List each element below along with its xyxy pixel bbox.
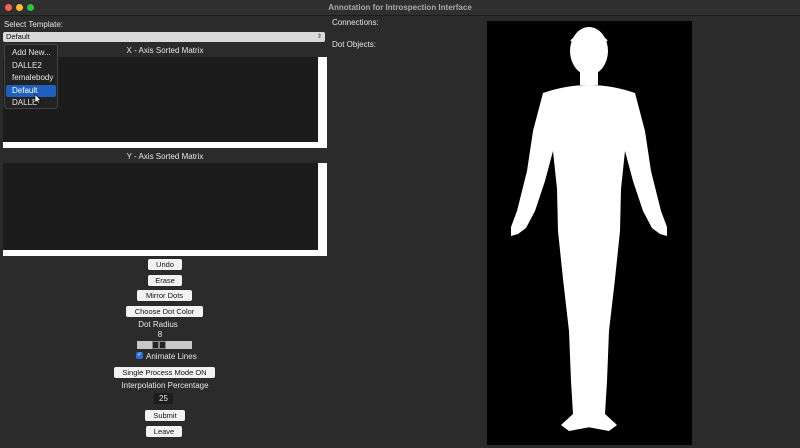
template-select-value: Default (6, 32, 30, 41)
body-silhouette-image (511, 27, 667, 431)
interpolation-percentage-field[interactable]: 25 (154, 393, 173, 404)
template-option-femalebody[interactable]: femalebody (6, 72, 56, 85)
template-option-dalle2[interactable]: DALLE2 (6, 60, 56, 73)
slider-knob-left[interactable] (152, 341, 159, 349)
dot-radius-slider[interactable] (137, 341, 192, 349)
leave-button[interactable]: Leave (146, 426, 182, 437)
template-select[interactable]: Default ⇕ (3, 32, 325, 42)
select-template-label: Select Template: (4, 20, 63, 29)
chevron-updown-icon: ⇕ (316, 34, 322, 40)
mirror-dots-button[interactable]: Mirror Dots (137, 290, 192, 301)
mouse-pointer-icon (34, 93, 42, 105)
choose-dot-color-button[interactable]: Choose Dot Color (126, 306, 203, 317)
connections-label: Connections: (332, 18, 379, 27)
dot-radius-value: 8 (157, 330, 163, 339)
template-option-dalle[interactable]: DALLE (6, 97, 56, 110)
erase-button[interactable]: Erase (148, 275, 182, 286)
single-process-mode-button[interactable]: Single Process Mode ON (114, 367, 215, 378)
dot-radius-label: Dot Radius (138, 320, 178, 329)
submit-button[interactable]: Submit (145, 410, 185, 421)
animate-lines-checkbox[interactable]: ✓ (136, 352, 143, 359)
interpolation-percentage-label: Interpolation Percentage (121, 381, 209, 390)
template-option-add-new[interactable]: Add New... (6, 47, 56, 60)
body-template-canvas[interactable] (487, 21, 692, 445)
y-axis-matrix-area (3, 163, 318, 250)
title-bar: Annotation for Introspection Interface (0, 0, 800, 16)
template-option-default[interactable]: Default (6, 84, 56, 97)
y-axis-matrix[interactable] (3, 163, 327, 256)
animate-lines-label: Animate Lines (146, 352, 197, 361)
template-dropdown-menu: Add New... DALLE2 femalebody Default DAL… (4, 44, 58, 109)
window-title: Annotation for Introspection Interface (328, 3, 472, 12)
y-matrix-title: Y - Axis Sorted Matrix (126, 152, 204, 161)
undo-button[interactable]: Undo (148, 259, 182, 270)
slider-knob-right[interactable] (159, 341, 166, 349)
dot-objects-label: Dot Objects: (332, 40, 377, 49)
